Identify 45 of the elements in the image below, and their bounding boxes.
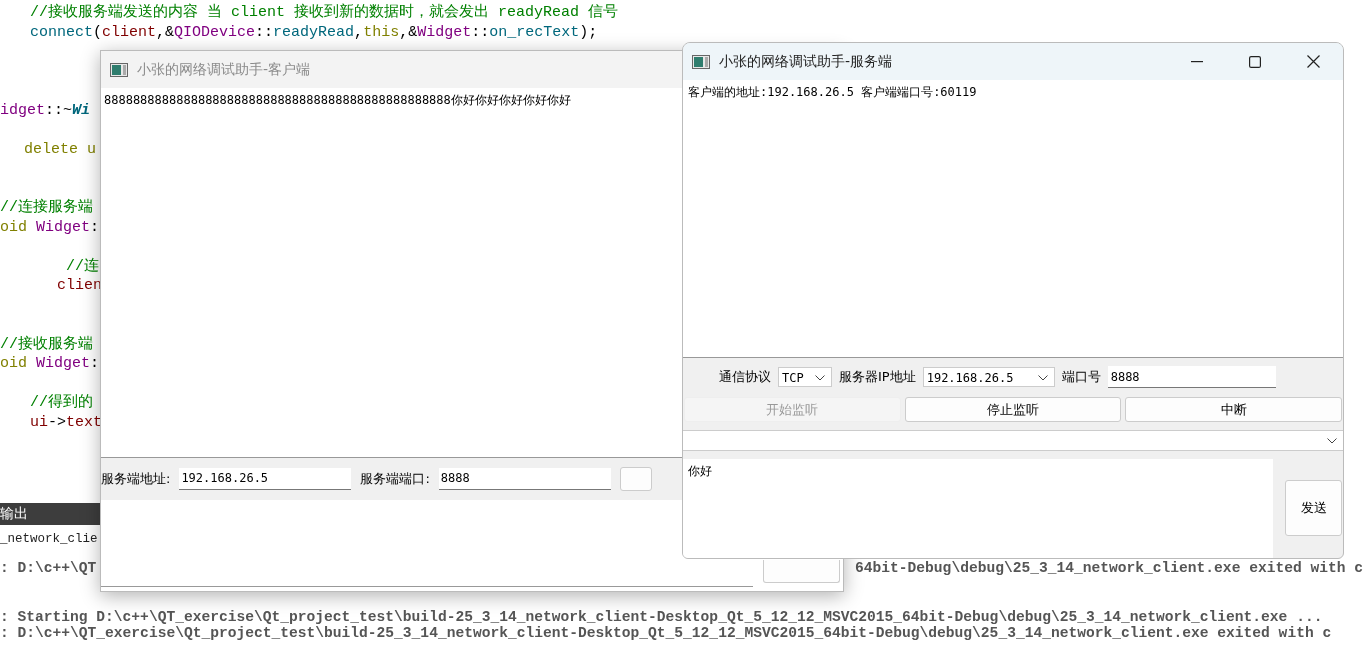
code-line: ui->text (30, 413, 103, 431)
chevron-icon (1327, 438, 1337, 444)
address-label: 服务端地址: (101, 470, 171, 488)
port-label: 服务端端口: (360, 470, 430, 488)
app-icon (692, 54, 710, 69)
chevron-icon (1037, 375, 1048, 381)
app-icon (110, 62, 128, 77)
close-icon[interactable] (1307, 55, 1320, 68)
received-text: 888888888888888888888888888888888888888888888888你好你好你好你好你好 (104, 93, 571, 107)
code-line: //得到的 (30, 394, 93, 411)
output-title: 输出 (0, 505, 28, 523)
action-button[interactable]: 中断 (1125, 397, 1342, 422)
port-field[interactable]: 8888 (1107, 366, 1276, 388)
code-line: oid Widget: (0, 355, 100, 372)
connect-button[interactable] (619, 467, 652, 491)
output-line: : D:\c++\QT (0, 559, 97, 576)
output-line: : D:\c++\QT_exercise\Qt_project_test\build-25_3_14_network_client-Desktop_Qt_5_12_12_MSVC2015_64bit-Debug\debug\25_3_14_network_client.exe exited with c (0, 625, 1332, 641)
protocol-dropdown[interactable]: TCP (778, 367, 832, 387)
protocol-label: 通信协议 (719, 368, 771, 386)
code-line: delete u (24, 140, 96, 158)
maximize-icon[interactable] (1249, 55, 1261, 68)
output-line: _network_clie (0, 531, 98, 547)
output-line: 64bit-Debug\debug\25_3_14_network_client.exe exited with c (855, 559, 1363, 576)
message-text: 你好 (688, 464, 712, 478)
port-label: 端口号 (1061, 368, 1101, 386)
send-button[interactable] (763, 560, 840, 583)
chevron-icon (815, 375, 825, 381)
code-line: connect(client,&QIODevice::readyRead,this,&Widget::on_recText); (30, 23, 598, 41)
window-title: 小张的网络调试助手-客户端 (137, 60, 311, 79)
message-input[interactable]: 你好 (683, 459, 1273, 558)
address-field[interactable]: 192.168.26.5 (179, 468, 352, 490)
code-line: //连接服务端 (0, 199, 93, 216)
code-line: //接收服务端发送的内容 当 client 接收到新的数据时，就会发出 readyRead 信号 (30, 4, 619, 21)
port-field[interactable]: 8888 (438, 468, 611, 490)
output-line: : Starting D:\c++\QT_exercise\Qt_project_test\build-25_3_14_network_client-Desktop_Qt_5_12_12_MSVC2015_64bit-Debug\debug\25_3_14_network_client.exe ... (0, 608, 1323, 625)
send-button[interactable]: 发送 (1285, 480, 1342, 536)
code-line: oid Widget: (0, 218, 100, 236)
action-button[interactable]: 停止监听 (904, 397, 1122, 422)
minimize-icon[interactable] (1191, 60, 1203, 63)
code-line: idget::~Wi (0, 101, 91, 119)
code-line: //连 (66, 257, 99, 275)
window-title: 小张的网络调试助手-服务端 (719, 52, 893, 71)
ip-dropdown[interactable]: 192.168.26.5 (922, 367, 1055, 387)
message-dropdown[interactable] (683, 430, 1343, 451)
code-line: //接收服务端 (0, 335, 93, 353)
